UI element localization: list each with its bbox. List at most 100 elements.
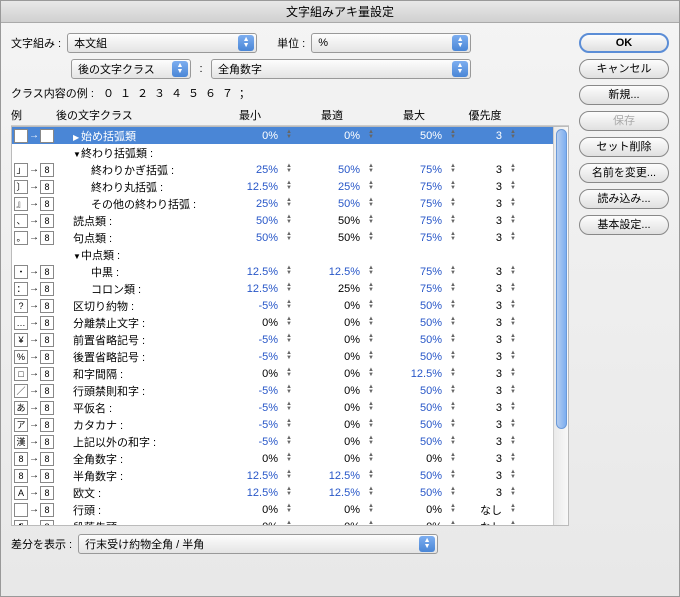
table-row[interactable]: 8→8 全角数字 :0%▲▼ 0%▲▼ 0%▲▼ 3▲▼: [12, 450, 568, 467]
max-cell[interactable]: 50%▲▼: [378, 130, 460, 142]
col-min[interactable]: 最小: [211, 107, 293, 123]
opt-cell[interactable]: 12.5%▲▼: [296, 266, 378, 278]
stepper-icon[interactable]: ▲▼: [444, 487, 456, 499]
stepper-icon[interactable]: ▲▼: [444, 198, 456, 210]
stepper-icon[interactable]: ▲▼: [280, 198, 292, 210]
stepper-icon[interactable]: ▲▼: [444, 164, 456, 176]
stepper-icon[interactable]: ▲▼: [362, 419, 374, 431]
col-pri[interactable]: 優先度: [457, 107, 517, 123]
col-class[interactable]: 後の文字クラス: [56, 107, 211, 123]
max-cell[interactable]: 50%▲▼: [378, 317, 460, 329]
min-cell[interactable]: 0%▲▼: [214, 453, 296, 465]
new-button[interactable]: 新規...: [579, 85, 669, 105]
stepper-icon[interactable]: ▲▼: [504, 181, 516, 193]
stepper-icon[interactable]: ▲▼: [444, 266, 456, 278]
pri-cell[interactable]: 3▲▼: [460, 232, 520, 244]
max-cell[interactable]: 50%▲▼: [378, 351, 460, 363]
load-button[interactable]: 読み込み...: [579, 189, 669, 209]
stepper-icon[interactable]: ▲▼: [444, 215, 456, 227]
opt-cell[interactable]: 0%▲▼: [296, 351, 378, 363]
stepper-icon[interactable]: ▲▼: [362, 402, 374, 414]
stepper-icon[interactable]: ▲▼: [444, 232, 456, 244]
stepper-icon[interactable]: ▲▼: [362, 470, 374, 482]
table-row[interactable]: ▼中点類 :: [12, 246, 568, 263]
stepper-icon[interactable]: ▲▼: [280, 334, 292, 346]
min-cell[interactable]: 25%▲▼: [214, 198, 296, 210]
stepper-icon[interactable]: ▲▼: [362, 164, 374, 176]
table-row[interactable]: ▼終わり括弧類 :: [12, 144, 568, 161]
pri-cell[interactable]: 3▲▼: [460, 266, 520, 278]
table-row[interactable]: （→8 ▶始め括弧類0%▲▼ 0%▲▼ 50%▲▼ 3▲▼: [12, 127, 568, 144]
stepper-icon[interactable]: ▲▼: [504, 470, 516, 482]
stepper-icon[interactable]: ▲▼: [444, 453, 456, 465]
min-cell[interactable]: 12.5%▲▼: [214, 266, 296, 278]
stepper-icon[interactable]: ▲▼: [362, 385, 374, 397]
stepper-icon[interactable]: ▲▼: [280, 453, 292, 465]
table-row[interactable]: A→8 欧文 :12.5%▲▼ 12.5%▲▼ 50%▲▼ 3▲▼: [12, 484, 568, 501]
stepper-icon[interactable]: ▲▼: [362, 351, 374, 363]
min-cell[interactable]: 0%▲▼: [214, 317, 296, 329]
stepper-icon[interactable]: ▲▼: [444, 521, 456, 527]
opt-cell[interactable]: 0%▲▼: [296, 385, 378, 397]
stepper-icon[interactable]: ▲▼: [504, 215, 516, 227]
max-cell[interactable]: 75%▲▼: [378, 198, 460, 210]
table-row[interactable]: →8 行頭 :0%▲▼ 0%▲▼ 0%▲▼ なし▲▼: [12, 501, 568, 518]
stepper-icon[interactable]: ▲▼: [362, 283, 374, 295]
stepper-icon[interactable]: ▲▼: [504, 164, 516, 176]
pri-cell[interactable]: 3▲▼: [460, 283, 520, 295]
max-cell[interactable]: 0%▲▼: [378, 453, 460, 465]
stepper-icon[interactable]: ▲▼: [504, 351, 516, 363]
basic-button[interactable]: 基本設定...: [579, 215, 669, 235]
max-cell[interactable]: 50%▲▼: [378, 487, 460, 499]
table-row[interactable]: 8→8 半角数字 :12.5%▲▼ 12.5%▲▼ 50%▲▼ 3▲▼: [12, 467, 568, 484]
opt-cell[interactable]: 0%▲▼: [296, 453, 378, 465]
disclosure-icon[interactable]: ▼: [73, 150, 81, 159]
stepper-icon[interactable]: ▲▼: [362, 198, 374, 210]
stepper-icon[interactable]: ▲▼: [362, 232, 374, 244]
table-row[interactable]: 漢→8 上記以外の和字 :-5%▲▼ 0%▲▼ 50%▲▼ 3▲▼: [12, 433, 568, 450]
pri-cell[interactable]: 3▲▼: [460, 334, 520, 346]
pri-cell[interactable]: 3▲▼: [460, 215, 520, 227]
opt-cell[interactable]: 0%▲▼: [296, 521, 378, 527]
stepper-icon[interactable]: ▲▼: [444, 181, 456, 193]
stepper-icon[interactable]: ▲▼: [504, 504, 516, 516]
pri-cell[interactable]: なし▲▼: [460, 519, 520, 527]
min-cell[interactable]: 12.5%▲▼: [214, 283, 296, 295]
stepper-icon[interactable]: ▲▼: [504, 198, 516, 210]
stepper-icon[interactable]: ▲▼: [362, 521, 374, 527]
table-row[interactable]: ：→8 コロン類 :12.5%▲▼ 25%▲▼ 75%▲▼ 3▲▼: [12, 280, 568, 297]
max-cell[interactable]: 50%▲▼: [378, 470, 460, 482]
max-cell[interactable]: 75%▲▼: [378, 181, 460, 193]
pri-cell[interactable]: 3▲▼: [460, 300, 520, 312]
stepper-icon[interactable]: ▲▼: [280, 181, 292, 193]
table-row[interactable]: 。→8 句点類 :50%▲▼ 50%▲▼ 75%▲▼ 3▲▼: [12, 229, 568, 246]
table-row[interactable]: 」→8 終わりかぎ括弧 :25%▲▼ 50%▲▼ 75%▲▼ 3▲▼: [12, 161, 568, 178]
stepper-icon[interactable]: ▲▼: [504, 266, 516, 278]
max-cell[interactable]: 50%▲▼: [378, 419, 460, 431]
min-cell[interactable]: -5%▲▼: [214, 419, 296, 431]
max-cell[interactable]: 0%▲▼: [378, 521, 460, 527]
stepper-icon[interactable]: ▲▼: [280, 487, 292, 499]
stepper-icon[interactable]: ▲▼: [504, 385, 516, 397]
opt-cell[interactable]: 25%▲▼: [296, 283, 378, 295]
table-row[interactable]: ア→8 カタカナ :-5%▲▼ 0%▲▼ 50%▲▼ 3▲▼: [12, 416, 568, 433]
opt-cell[interactable]: 12.5%▲▼: [296, 487, 378, 499]
diff-select[interactable]: 行末受け約物全角 / 半角 ▲▼: [78, 534, 438, 554]
min-cell[interactable]: 0%▲▼: [214, 130, 296, 142]
stepper-icon[interactable]: ▲▼: [362, 453, 374, 465]
pri-cell[interactable]: 3▲▼: [460, 198, 520, 210]
min-cell[interactable]: -5%▲▼: [214, 436, 296, 448]
stepper-icon[interactable]: ▲▼: [280, 266, 292, 278]
min-cell[interactable]: -5%▲▼: [214, 402, 296, 414]
max-cell[interactable]: 75%▲▼: [378, 164, 460, 176]
stepper-icon[interactable]: ▲▼: [504, 283, 516, 295]
disclosure-icon[interactable]: ▶: [73, 133, 81, 142]
stepper-icon[interactable]: ▲▼: [444, 402, 456, 414]
min-cell[interactable]: -5%▲▼: [214, 385, 296, 397]
class-mode-select[interactable]: 後の文字クラス ▲▼: [71, 59, 191, 79]
stepper-icon[interactable]: ▲▼: [362, 215, 374, 227]
stepper-icon[interactable]: ▲▼: [280, 232, 292, 244]
table-row[interactable]: 〕→8 終わり丸括弧 :12.5%▲▼ 25%▲▼ 75%▲▼ 3▲▼: [12, 178, 568, 195]
opt-cell[interactable]: 0%▲▼: [296, 419, 378, 431]
table-row[interactable]: ?→8 区切り約物 :-5%▲▼ 0%▲▼ 50%▲▼ 3▲▼: [12, 297, 568, 314]
